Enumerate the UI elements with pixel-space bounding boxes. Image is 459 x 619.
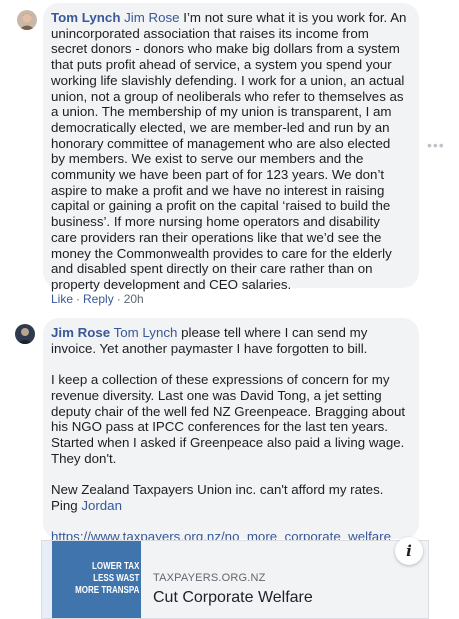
link-preview-title[interactable]: Cut Corporate Welfare [153,589,428,607]
image-text-line: LOWER TAX [91,561,140,572]
like-button[interactable]: Like [51,292,73,306]
link-preview-domain: TAXPAYERS.ORG.NZ [153,572,266,584]
link-preview-body[interactable]: TAXPAYERS.ORG.NZ Cut Corporate Welfare [141,541,428,618]
comment-bubble: Jim Rose Tom Lynch please tell where I c… [43,318,419,544]
avatar[interactable] [15,324,35,344]
comment-author[interactable]: Jim Rose [51,325,110,340]
link-preview-card[interactable]: LOWER TAX LESS WAST MORE TRANSPA TAXPAYE… [41,540,429,619]
comment-author[interactable]: Tom Lynch [51,10,120,25]
comment-text: I’m not sure what it is you work for. An… [51,10,407,292]
image-text-line: LESS WAST [93,573,140,584]
info-icon[interactable]: i [395,537,423,565]
reply-button[interactable]: Reply [83,292,114,306]
comment-mention[interactable]: Tom Lynch [114,325,178,340]
comment-tom-lynch: Tom Lynch Jim Rose I’m not sure what it … [0,0,459,310]
comment-mention-jordan[interactable]: Jordan [81,498,122,513]
separator: · [76,292,81,306]
image-decoration [42,541,52,618]
separator: · [116,292,121,306]
comment-mention[interactable]: Jim Rose [124,10,179,25]
comment-timestamp[interactable]: 20h [124,292,144,306]
more-options-icon[interactable]: ••• [427,137,445,153]
link-preview-image[interactable]: LOWER TAX LESS WAST MORE TRANSPA [42,541,141,618]
image-text-line: MORE TRANSPA [75,585,140,596]
comment-paragraph: New Zealand Taxpayers Union inc. can't a… [51,482,407,513]
comment-paragraph: I keep a collection of these expressions… [51,372,406,466]
comment-actions: Like · Reply · 20h [51,292,144,306]
avatar[interactable] [17,10,37,30]
image-overlay-text: LOWER TAX LESS WAST MORE TRANSPA [70,561,141,597]
comment-bubble: Tom Lynch Jim Rose I’m not sure what it … [43,3,419,292]
comment-first-paragraph: Jim Rose Tom Lynch please tell where I c… [51,325,407,356]
